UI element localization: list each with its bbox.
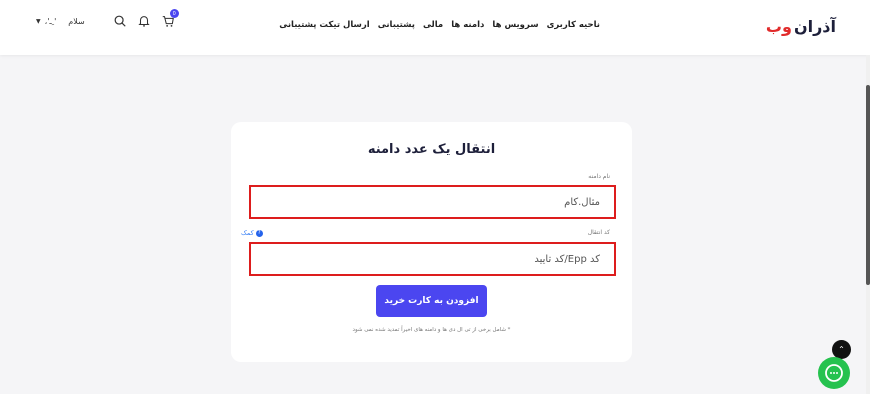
nav-item-billing[interactable]: مالی: [423, 20, 443, 30]
nav-item-support[interactable]: پشتیبانی: [378, 20, 415, 30]
brand-part1: آذران: [793, 17, 836, 36]
username: ،'ـ ِ': [44, 16, 57, 26]
main-nav: ناحیه کاربری سرویس ها دامنه ها مالی پشتی…: [279, 20, 600, 30]
help-text: کمک: [241, 229, 254, 237]
chat-button[interactable]: [818, 357, 850, 389]
help-icon: ?: [255, 229, 263, 237]
search-icon[interactable]: [113, 14, 127, 28]
code-field-wrapper: [249, 242, 616, 276]
scrollbar-thumb[interactable]: [866, 85, 870, 285]
epp-code-input[interactable]: [251, 244, 600, 274]
cart-icon[interactable]: 0: [161, 9, 179, 28]
greeting: سلام: [68, 16, 85, 26]
brand-logo[interactable]: آذران وب: [766, 17, 836, 36]
chat-bubble-icon: [825, 364, 843, 382]
footnote: * شامل برخی از تی ال دی ها و دامنه های ا…: [352, 327, 511, 333]
page-title: انتقال یک عدد دامنه: [367, 142, 496, 157]
domain-label: نام دامنه: [588, 173, 610, 180]
nav-item-open-ticket[interactable]: ارسال تیکت پشتیبانی: [279, 20, 370, 30]
domain-input[interactable]: [251, 187, 600, 217]
domain-field-wrapper: [249, 185, 616, 219]
nav-item-domains[interactable]: دامنه ها: [451, 20, 484, 30]
user-menu[interactable]: ▼ ،'ـ ِ' سلام: [36, 17, 85, 26]
nav-item-services[interactable]: سرویس ها: [492, 20, 538, 30]
cart-count-badge: 0: [169, 9, 179, 18]
page-scrollbar[interactable]: [866, 55, 870, 394]
bell-icon[interactable]: [137, 14, 151, 28]
brand-part2: وب: [765, 17, 792, 36]
nav-item-client-area[interactable]: ناحیه کاربری: [547, 20, 600, 30]
transfer-code-label: کد انتقال: [587, 229, 610, 236]
add-to-cart-button[interactable]: افزودن به کارت خرید: [376, 285, 487, 317]
header-user-tools: ▼ ،'ـ ِ' سلام 0: [36, 9, 179, 28]
chevron-down-icon: ▼: [36, 17, 41, 25]
chevron-up-icon: ⌃: [838, 345, 845, 354]
domain-transfer-card: انتقال یک عدد دامنه نام دامنه کد انتقال …: [231, 122, 632, 362]
help-link[interactable]: ? کمک: [241, 229, 263, 237]
top-header: آذران وب ناحیه کاربری سرویس ها دامنه ها …: [0, 0, 870, 55]
